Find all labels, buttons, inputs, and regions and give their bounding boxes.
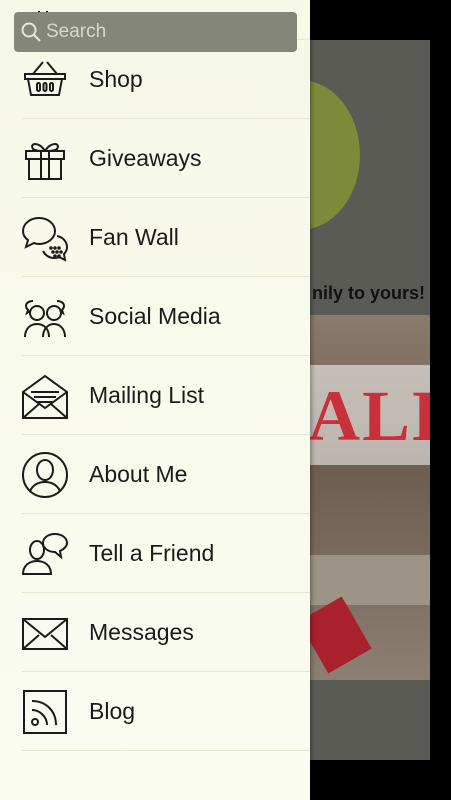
user-circle-icon <box>21 451 69 499</box>
gift-icon <box>21 135 69 183</box>
basket-icon <box>21 56 69 104</box>
shelf <box>300 555 430 605</box>
envelope-icon <box>21 609 69 657</box>
red-bag <box>300 596 372 674</box>
friend-chat-icon <box>21 530 69 578</box>
menu-item-blog[interactable]: Blog <box>0 672 310 751</box>
menu-item-messages[interactable]: Messages <box>0 593 310 672</box>
open-envelope-icon <box>21 372 69 420</box>
background-app-content: nily to yours! ALE <box>300 40 430 760</box>
search-bar[interactable] <box>14 12 297 52</box>
menu-item-about-me[interactable]: About Me <box>0 435 310 514</box>
search-input[interactable] <box>44 20 297 44</box>
menu-item-label: Messages <box>89 619 194 645</box>
side-drawer: Shop Giveaways Fan Wall Social Media Mai… <box>0 0 310 800</box>
search-icon <box>21 22 41 42</box>
menu-item-giveaways[interactable]: Giveaways <box>0 119 310 198</box>
menu-item-mailing-list[interactable]: Mailing List <box>0 356 310 435</box>
menu-item-fan-wall[interactable]: Fan Wall <box>0 198 310 277</box>
sale-text: ALE <box>308 376 430 456</box>
menu-item-label: Mailing List <box>89 382 205 408</box>
menu-item-label: About Me <box>89 461 188 487</box>
menu-list: Shop Giveaways Fan Wall Social Media Mai… <box>0 10 310 751</box>
menu-item-label: Social Media <box>89 303 221 329</box>
chat-bubbles-icon <box>21 214 69 262</box>
menu-item-social-media[interactable]: Social Media <box>0 277 310 356</box>
rss-icon <box>21 688 69 736</box>
background-tagline: nily to yours! <box>312 283 426 303</box>
people-icon <box>21 293 69 341</box>
menu-item-label: Blog <box>89 698 136 724</box>
menu-item-label: Fan Wall <box>89 224 179 250</box>
menu-item-tell-a-friend[interactable]: Tell a Friend <box>0 514 310 593</box>
menu-item-label: Giveaways <box>89 145 202 171</box>
menu-item-label: Tell a Friend <box>89 540 215 566</box>
divider <box>22 750 310 751</box>
menu-item-label: Shop <box>89 66 143 92</box>
store-photo: ALE <box>300 315 430 680</box>
